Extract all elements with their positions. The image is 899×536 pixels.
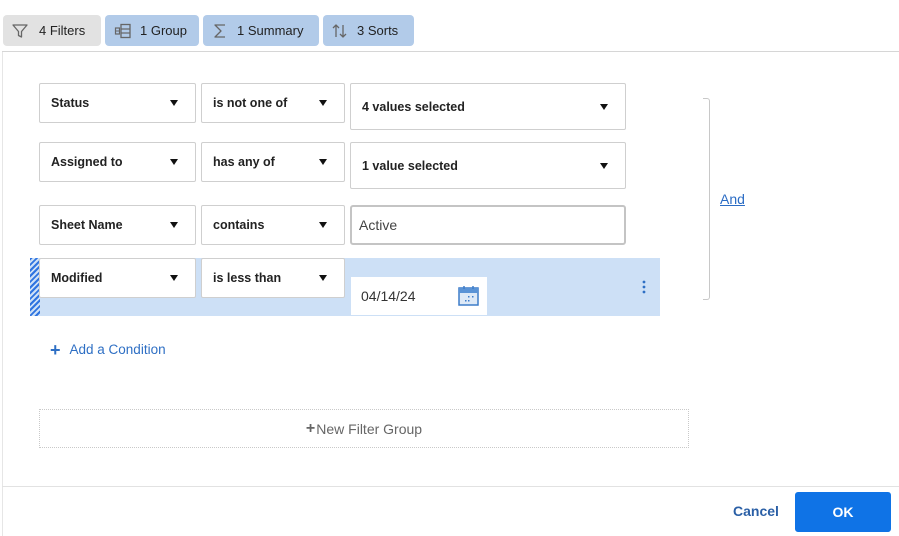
- panel-top-border: [2, 51, 899, 52]
- condition-3-operator-select[interactable]: contains: [201, 205, 345, 245]
- add-condition-label: Add a Condition: [69, 342, 166, 357]
- condition-1-operator-select[interactable]: is not one of: [201, 83, 345, 123]
- sorts-label: 3 Sorts: [357, 23, 399, 38]
- condition-2-operator-select[interactable]: has any of: [201, 142, 345, 182]
- condition-4-operator-select[interactable]: is less than: [201, 258, 345, 298]
- chevron-down-icon: [170, 275, 178, 281]
- new-filter-group-label: New Filter Group: [316, 420, 423, 437]
- cancel-button[interactable]: Cancel: [733, 503, 779, 519]
- plus-icon: +: [50, 339, 61, 360]
- filters-button[interactable]: 4 Filters: [3, 15, 101, 46]
- chevron-down-icon: [319, 275, 327, 281]
- group-icon: [114, 22, 132, 40]
- plus-icon: +: [305, 419, 316, 437]
- condition-2-value: 1 value selected: [362, 158, 458, 173]
- chevron-down-icon: [600, 103, 608, 110]
- sigma-icon: [211, 22, 229, 40]
- condition-1-operator: is not one of: [213, 96, 288, 110]
- condition-2-operator: has any of: [213, 155, 275, 169]
- ok-button[interactable]: OK: [795, 492, 891, 532]
- condition-3-value-input[interactable]: Active: [350, 205, 626, 245]
- more-options-icon[interactable]: [641, 280, 647, 294]
- chevron-down-icon: [170, 159, 178, 165]
- sorts-button[interactable]: 3 Sorts: [323, 15, 414, 46]
- condition-1-field: Status: [51, 96, 90, 110]
- condition-2-field: Assigned to: [51, 155, 123, 169]
- condition-4-field-select[interactable]: Modified: [39, 258, 196, 298]
- chevron-down-icon: [319, 159, 327, 165]
- condition-2-field-select[interactable]: Assigned to: [39, 142, 196, 182]
- toolbar: 4 Filters 1 Group 1 Summary 3 Sorts: [0, 0, 899, 51]
- panel-left-border: [2, 52, 3, 536]
- footer-divider: [2, 486, 899, 487]
- new-filter-group-button[interactable]: + New Filter Group: [39, 409, 689, 448]
- chevron-down-icon: [600, 162, 608, 169]
- chevron-down-icon: [170, 222, 178, 228]
- summary-label: 1 Summary: [237, 23, 304, 38]
- group-label: 1 Group: [140, 23, 187, 38]
- condition-2-value-select[interactable]: 1 value selected: [350, 142, 626, 189]
- condition-1-value-select[interactable]: 4 values selected: [350, 83, 626, 130]
- chevron-down-icon: [319, 222, 327, 228]
- logic-toggle-link[interactable]: And: [720, 191, 745, 207]
- condition-4-operator: is less than: [213, 271, 282, 285]
- condition-4-value: 04/14/24: [361, 288, 416, 304]
- logic-bracket: [703, 98, 710, 300]
- calendar-icon[interactable]: [458, 285, 479, 306]
- condition-4-field: Modified: [51, 271, 103, 285]
- chevron-down-icon: [170, 100, 178, 106]
- group-button[interactable]: 1 Group: [105, 15, 199, 46]
- condition-3-value: Active: [359, 217, 398, 233]
- filters-label: 4 Filters: [39, 23, 86, 38]
- summary-button[interactable]: 1 Summary: [203, 15, 319, 46]
- add-condition-button[interactable]: + Add a Condition: [50, 339, 166, 360]
- chevron-down-icon: [319, 100, 327, 106]
- sort-icon: [331, 22, 349, 40]
- condition-3-field: Sheet Name: [51, 218, 123, 232]
- filter-icon: [11, 22, 29, 40]
- condition-1-value: 4 values selected: [362, 99, 465, 114]
- condition-3-operator: contains: [213, 218, 265, 232]
- condition-3-field-select[interactable]: Sheet Name: [39, 205, 196, 245]
- condition-1-field-select[interactable]: Status: [39, 83, 196, 123]
